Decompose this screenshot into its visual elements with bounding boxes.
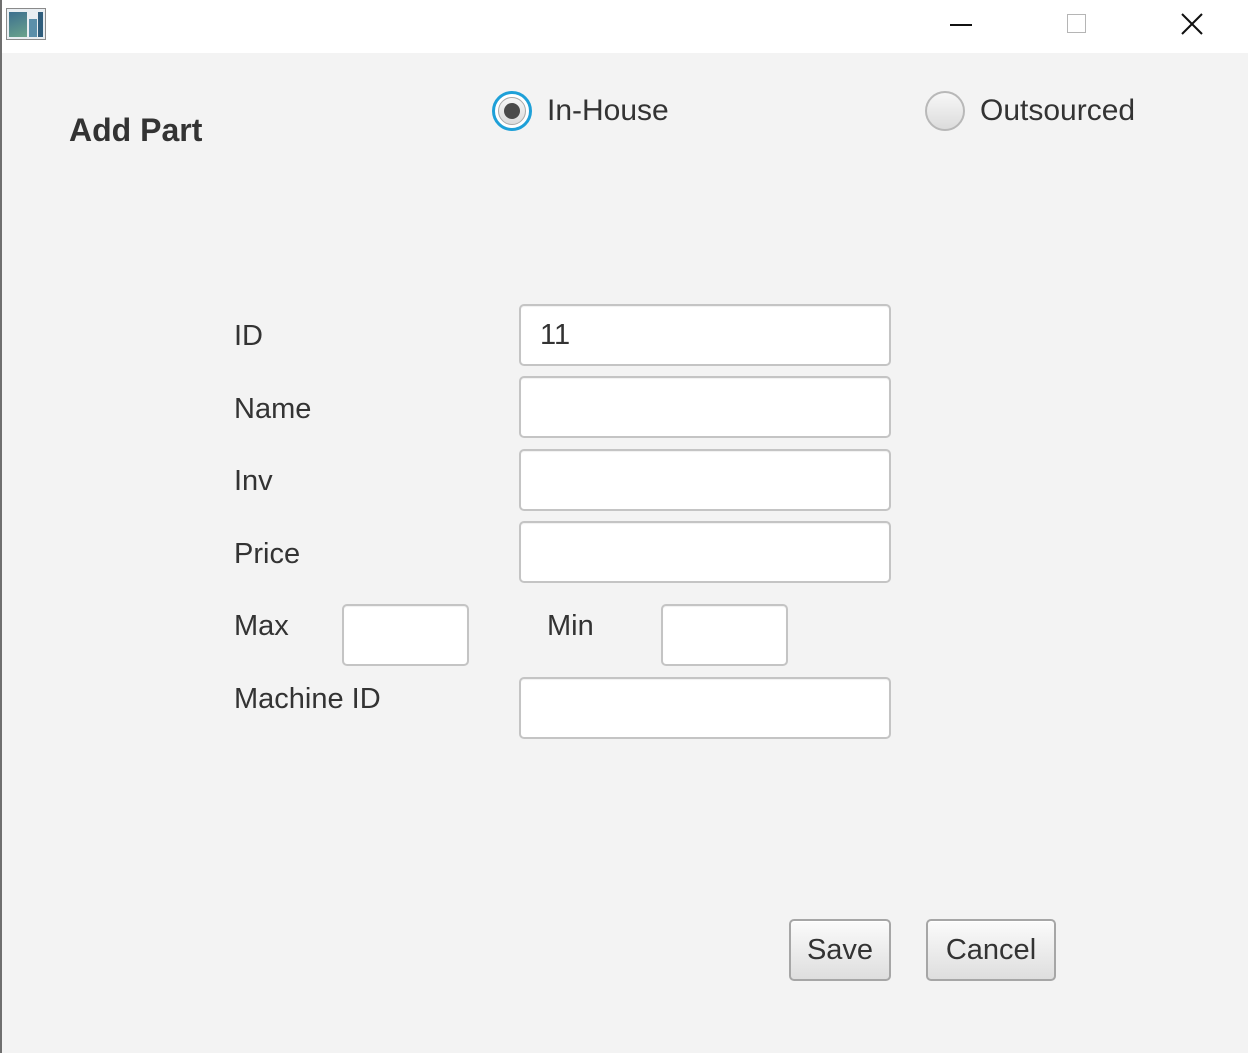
close-button[interactable] <box>1164 0 1220 50</box>
name-field[interactable] <box>519 376 891 438</box>
radio-outsourced-label[interactable]: Outsourced <box>980 94 1135 128</box>
machine-id-field[interactable] <box>519 677 891 739</box>
minimize-icon <box>950 24 972 26</box>
name-label: Name <box>234 393 312 425</box>
price-label: Price <box>234 538 301 570</box>
maximize-icon <box>1067 14 1086 33</box>
title-bar <box>2 0 1248 53</box>
price-field[interactable] <box>519 521 891 583</box>
radio-button-selected[interactable] <box>492 91 532 131</box>
max-label: Max <box>234 610 289 642</box>
radio-outsourced[interactable]: Outsourced <box>925 89 1135 133</box>
close-icon <box>1181 13 1203 35</box>
page-title: Add Part <box>69 112 203 148</box>
min-label: Min <box>547 610 594 642</box>
maximize-button[interactable] <box>1048 0 1104 50</box>
min-field[interactable] <box>661 604 788 666</box>
max-field[interactable] <box>342 604 469 666</box>
inv-label: Inv <box>234 465 273 497</box>
cancel-button[interactable]: Cancel <box>926 919 1056 981</box>
minimize-button[interactable] <box>932 0 988 50</box>
save-button[interactable]: Save <box>789 919 891 981</box>
app-icon <box>6 8 46 40</box>
machine-id-label: Machine ID <box>234 683 381 715</box>
radio-in-house-label[interactable]: In-House <box>547 94 669 128</box>
id-label: ID <box>234 320 263 352</box>
id-field[interactable] <box>519 304 891 366</box>
radio-in-house[interactable]: In-House <box>492 89 669 133</box>
inv-field[interactable] <box>519 449 891 511</box>
add-part-window: Add Part In-House Outsourced ID Name Inv… <box>0 0 1248 1053</box>
radio-button-unselected[interactable] <box>925 91 965 131</box>
